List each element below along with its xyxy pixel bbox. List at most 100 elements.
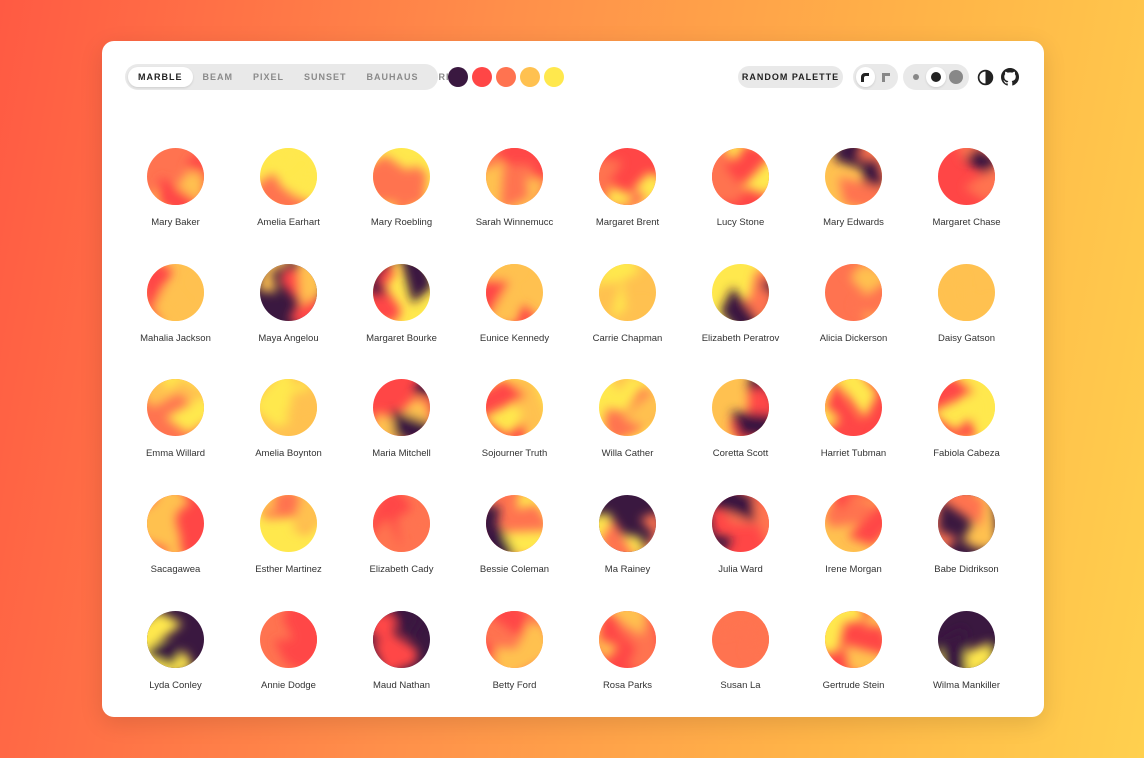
avatar-item[interactable]: Fabiola Cabeza: [910, 379, 1023, 495]
avatar-item[interactable]: Mary Roebling: [345, 148, 458, 264]
avatar: [825, 610, 882, 668]
avatar-name: Julia Ward: [718, 564, 763, 576]
contrast-icon[interactable]: [976, 68, 994, 86]
avatar-item[interactable]: Maria Mitchell: [345, 379, 458, 495]
avatar-name: Coretta Scott: [712, 448, 769, 460]
palette-swatch-1[interactable]: [448, 67, 468, 87]
avatar-item[interactable]: Maud Nathan: [345, 610, 458, 727]
variant-tab-bauhaus[interactable]: BAUHAUS: [357, 67, 429, 87]
avatar: [712, 148, 769, 205]
avatar-item[interactable]: Willa Cather: [571, 379, 684, 495]
avatar-name: Mary Baker: [151, 217, 200, 228]
avatar-item[interactable]: Irene Morgan: [797, 495, 910, 611]
avatar-item[interactable]: Amelia Earhart: [232, 148, 345, 264]
avatar-grid: Mary Baker Amelia Earhart Mary Roebling Sar…: [119, 148, 1023, 726]
avatar: [599, 610, 656, 668]
avatar: [147, 379, 204, 437]
avatar-item[interactable]: Margaret Bourke: [345, 263, 458, 380]
avatar-name: Margaret Chase: [932, 217, 1001, 228]
avatar-name: Amelia Earhart: [257, 217, 320, 228]
random-palette-button[interactable]: RANDOM PALETTE: [738, 66, 843, 88]
avatar-name: Mary Edwards: [823, 217, 884, 228]
avatar-item[interactable]: Rosa Parks: [571, 610, 684, 727]
avatar-item[interactable]: Lucy Stone: [684, 148, 797, 264]
avatar-item[interactable]: Elizabeth Peratrov: [684, 263, 797, 380]
avatar-item[interactable]: Elizabeth Cady: [345, 495, 458, 611]
palette-swatch-4[interactable]: [520, 67, 540, 87]
avatar: [599, 379, 656, 437]
square-shape-icon[interactable]: [877, 67, 896, 87]
size-medium-option[interactable]: [926, 67, 946, 87]
avatar: [825, 148, 882, 205]
avatar: [599, 495, 656, 553]
avatar-item[interactable]: Daisy Gatson: [910, 263, 1023, 380]
toolbar: MARBLEBEAMPIXELSUNSETBAUHAUSRING RANDOM …: [102, 41, 1044, 113]
avatar-item[interactable]: Mary Edwards: [797, 148, 910, 264]
avatar-name: Maria Mitchell: [372, 448, 431, 460]
avatar-item[interactable]: Annie Dodge: [232, 610, 345, 727]
avatar-item[interactable]: Esther Martinez: [232, 495, 345, 611]
avatar-item[interactable]: Emma Willard: [119, 379, 232, 495]
avatar-item[interactable]: Eunice Kennedy: [458, 263, 571, 380]
size-small-option[interactable]: [906, 67, 925, 87]
avatar-item[interactable]: Mary Baker: [119, 148, 232, 264]
avatar-item[interactable]: Alicia Dickerson: [797, 263, 910, 380]
avatar: [825, 379, 882, 437]
avatar: [712, 379, 769, 437]
variant-tab-marble[interactable]: MARBLE: [128, 67, 193, 87]
avatar: [373, 263, 430, 321]
avatar-item[interactable]: Bessie Coleman: [458, 495, 571, 611]
avatar-name: Elizabeth Peratrov: [701, 332, 780, 344]
avatar-item[interactable]: Susan La: [684, 610, 797, 727]
size-toggle: [903, 64, 969, 90]
avatar-item[interactable]: Coretta Scott: [684, 379, 797, 495]
avatar-item[interactable]: Wilma Mankiller: [910, 610, 1023, 727]
avatar-name: Lyda Conley: [149, 679, 202, 691]
avatar-item[interactable]: Julia Ward: [684, 495, 797, 611]
variant-tab-pixel[interactable]: PIXEL: [243, 67, 294, 87]
palette-swatch-3[interactable]: [496, 67, 516, 87]
avatar-item[interactable]: Ma Rainey: [571, 495, 684, 611]
avatar-item[interactable]: Maya Angelou: [232, 263, 345, 380]
avatar-item[interactable]: Babe Didrikson: [910, 495, 1023, 611]
avatar: [825, 495, 882, 553]
variant-tab-sunset[interactable]: SUNSET: [294, 67, 357, 87]
avatar: [147, 495, 204, 553]
avatar-item[interactable]: Margaret Chase: [910, 148, 1023, 264]
avatar: [260, 148, 317, 205]
avatar-item[interactable]: Harriet Tubman: [797, 379, 910, 495]
avatar-name: Daisy Gatson: [937, 332, 996, 344]
avatar: [373, 495, 430, 553]
avatar-item[interactable]: Amelia Boynton: [232, 379, 345, 495]
avatar-item[interactable]: Carrie Chapman: [571, 263, 684, 380]
avatar-item[interactable]: Sojourner Truth: [458, 379, 571, 495]
avatar: [938, 263, 995, 321]
avatar: [260, 263, 317, 321]
avatar: [712, 610, 769, 668]
avatar-name: Esther Martinez: [255, 564, 322, 576]
round-shape-icon[interactable]: [856, 67, 875, 87]
avatar-item[interactable]: Sacagawea: [119, 495, 232, 611]
avatar: [373, 148, 430, 205]
avatar-name: Sarah Winnemucc: [475, 217, 554, 228]
avatar: [486, 495, 543, 553]
palette-swatch-2[interactable]: [472, 67, 492, 87]
avatar-name: Margaret Bourke: [366, 332, 437, 344]
avatar-card: MARBLEBEAMPIXELSUNSETBAUHAUSRING RANDOM …: [102, 41, 1044, 717]
avatar-name: Amelia Boynton: [255, 448, 322, 460]
size-large-option[interactable]: [947, 67, 966, 87]
avatar-item[interactable]: Margaret Brent: [571, 148, 684, 264]
avatar-name: Sojourner Truth: [481, 448, 548, 460]
avatar-item[interactable]: Lyda Conley: [119, 610, 232, 727]
github-icon[interactable]: [1001, 68, 1019, 86]
avatar: [147, 148, 204, 205]
avatar-item[interactable]: Mahalia Jackson: [119, 263, 232, 380]
avatar-item[interactable]: Gertrude Stein: [797, 610, 910, 727]
avatar-item[interactable]: Sarah Winnemucc: [458, 148, 571, 264]
avatar: [486, 148, 543, 205]
palette-swatch-5[interactable]: [544, 67, 564, 87]
avatar-name: Emma Willard: [145, 448, 206, 460]
variant-tab-beam[interactable]: BEAM: [193, 67, 244, 87]
avatar-item[interactable]: Betty Ford: [458, 610, 571, 727]
avatar-name: Maud Nathan: [372, 679, 431, 691]
